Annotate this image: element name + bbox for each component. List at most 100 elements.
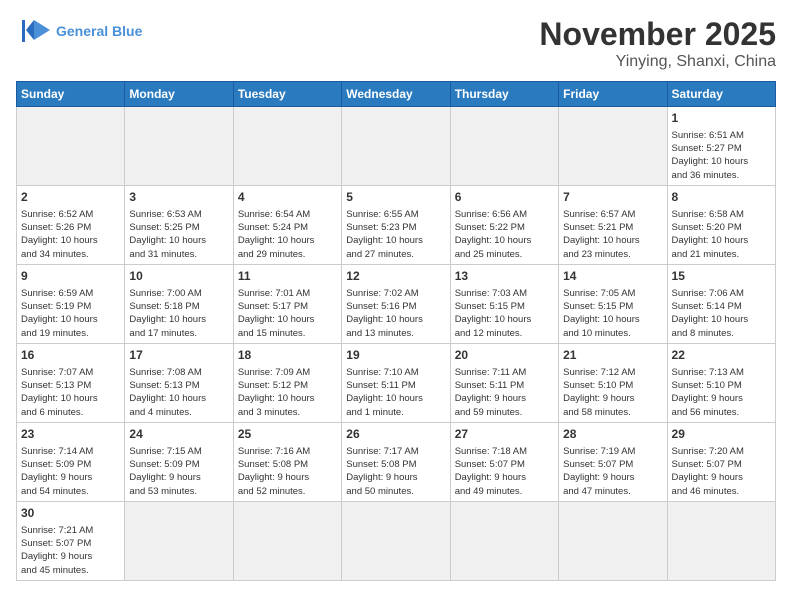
day-number: 6 [455,189,554,206]
day-info: Sunrise: 7:17 AM Sunset: 5:08 PM Dayligh… [346,445,445,498]
day-info: Sunrise: 7:00 AM Sunset: 5:18 PM Dayligh… [129,287,228,340]
week-row-4: 23Sunrise: 7:14 AM Sunset: 5:09 PM Dayli… [17,422,776,501]
calendar-cell: 9 Sunrise: 6:59 AM Sunset: 5:19 PM Daylig… [17,264,125,343]
week-row-0: 1 Sunrise: 6:51 AM Sunset: 5:27 PM Daylig… [17,107,776,186]
day-info: Sunrise: 6:53 AM Sunset: 5:25 PM Dayligh… [129,208,228,261]
day-info: Sunrise: 7:13 AM Sunset: 5:10 PM Dayligh… [672,366,771,419]
calendar-cell: 18 Sunrise: 7:09 AM Sunset: 5:12 PM Dayli… [233,343,341,422]
day-number: 11 [238,268,337,285]
calendar-cell [233,107,341,186]
calendar-cell: 2 Sunrise: 6:52 AM Sunset: 5:26 PM Daylig… [17,185,125,264]
day-number: 2 [21,189,120,206]
calendar-cell: 8Sunrise: 6:58 AM Sunset: 5:20 PM Daylig… [667,185,775,264]
day-number: 23 [21,426,120,443]
day-number: 12 [346,268,445,285]
day-number: 25 [238,426,337,443]
day-info: Sunrise: 7:20 AM Sunset: 5:07 PM Dayligh… [672,445,771,498]
day-info: Sunrise: 7:21 AM Sunset: 5:07 PM Dayligh… [21,524,120,577]
day-info: Sunrise: 7:10 AM Sunset: 5:11 PM Dayligh… [346,366,445,419]
calendar-cell [559,107,667,186]
weekday-header-wednesday: Wednesday [342,82,450,107]
day-info: Sunrise: 6:56 AM Sunset: 5:22 PM Dayligh… [455,208,554,261]
calendar-cell: 19 Sunrise: 7:10 AM Sunset: 5:11 PM Dayli… [342,343,450,422]
calendar-cell [667,501,775,580]
calendar-cell: 11Sunrise: 7:01 AM Sunset: 5:17 PM Dayli… [233,264,341,343]
calendar-cell: 13Sunrise: 7:03 AM Sunset: 5:15 PM Dayli… [450,264,558,343]
weekday-header-row: SundayMondayTuesdayWednesdayThursdayFrid… [17,82,776,107]
day-info: Sunrise: 7:05 AM Sunset: 5:15 PM Dayligh… [563,287,662,340]
calendar-cell: 5 Sunrise: 6:55 AM Sunset: 5:23 PM Daylig… [342,185,450,264]
calendar-cell [125,107,233,186]
month-title: November 2025 [539,16,776,53]
day-number: 28 [563,426,662,443]
day-number: 18 [238,347,337,364]
day-number: 10 [129,268,228,285]
day-number: 9 [21,268,120,285]
day-info: Sunrise: 7:15 AM Sunset: 5:09 PM Dayligh… [129,445,228,498]
day-number: 26 [346,426,445,443]
day-info: Sunrise: 7:12 AM Sunset: 5:10 PM Dayligh… [563,366,662,419]
day-number: 1 [672,110,771,127]
calendar-cell [450,501,558,580]
logo-icon [16,16,52,46]
calendar-cell: 15Sunrise: 7:06 AM Sunset: 5:14 PM Dayli… [667,264,775,343]
week-row-2: 9 Sunrise: 6:59 AM Sunset: 5:19 PM Daylig… [17,264,776,343]
calendar-cell: 17 Sunrise: 7:08 AM Sunset: 5:13 PM Dayli… [125,343,233,422]
day-info: Sunrise: 6:55 AM Sunset: 5:23 PM Dayligh… [346,208,445,261]
weekday-header-saturday: Saturday [667,82,775,107]
day-info: Sunrise: 7:09 AM Sunset: 5:12 PM Dayligh… [238,366,337,419]
calendar-cell: 24 Sunrise: 7:15 AM Sunset: 5:09 PM Dayli… [125,422,233,501]
logo-text: General Blue [56,23,142,40]
calendar-cell [342,107,450,186]
calendar-cell: 22 Sunrise: 7:13 AM Sunset: 5:10 PM Dayli… [667,343,775,422]
day-number: 16 [21,347,120,364]
calendar-cell: 27 Sunrise: 7:18 AM Sunset: 5:07 PM Dayli… [450,422,558,501]
day-number: 30 [21,505,120,522]
calendar-cell: 25Sunrise: 7:16 AM Sunset: 5:08 PM Dayli… [233,422,341,501]
day-number: 24 [129,426,228,443]
day-number: 22 [672,347,771,364]
day-number: 20 [455,347,554,364]
calendar-cell: 14 Sunrise: 7:05 AM Sunset: 5:15 PM Dayli… [559,264,667,343]
calendar-cell [125,501,233,580]
day-number: 7 [563,189,662,206]
calendar-cell: 7Sunrise: 6:57 AM Sunset: 5:21 PM Daylig… [559,185,667,264]
day-number: 19 [346,347,445,364]
calendar-cell: 16 Sunrise: 7:07 AM Sunset: 5:13 PM Dayli… [17,343,125,422]
calendar-cell: 28Sunrise: 7:19 AM Sunset: 5:07 PM Dayli… [559,422,667,501]
week-row-3: 16 Sunrise: 7:07 AM Sunset: 5:13 PM Dayli… [17,343,776,422]
day-info: Sunrise: 6:51 AM Sunset: 5:27 PM Dayligh… [672,129,771,182]
calendar-cell: 29Sunrise: 7:20 AM Sunset: 5:07 PM Dayli… [667,422,775,501]
day-info: Sunrise: 6:59 AM Sunset: 5:19 PM Dayligh… [21,287,120,340]
day-info: Sunrise: 6:54 AM Sunset: 5:24 PM Dayligh… [238,208,337,261]
day-info: Sunrise: 7:08 AM Sunset: 5:13 PM Dayligh… [129,366,228,419]
day-info: Sunrise: 7:07 AM Sunset: 5:13 PM Dayligh… [21,366,120,419]
weekday-header-thursday: Thursday [450,82,558,107]
location: Yinying, Shanxi, China [539,53,776,71]
week-row-1: 2 Sunrise: 6:52 AM Sunset: 5:26 PM Daylig… [17,185,776,264]
calendar: SundayMondayTuesdayWednesdayThursdayFrid… [16,81,776,581]
calendar-cell: 10 Sunrise: 7:00 AM Sunset: 5:18 PM Dayli… [125,264,233,343]
day-number: 5 [346,189,445,206]
calendar-cell: 23Sunrise: 7:14 AM Sunset: 5:09 PM Dayli… [17,422,125,501]
calendar-cell: 12 Sunrise: 7:02 AM Sunset: 5:16 PM Dayli… [342,264,450,343]
day-number: 27 [455,426,554,443]
calendar-cell: 26 Sunrise: 7:17 AM Sunset: 5:08 PM Dayli… [342,422,450,501]
day-number: 17 [129,347,228,364]
calendar-cell [450,107,558,186]
week-row-5: 30 Sunrise: 7:21 AM Sunset: 5:07 PM Dayli… [17,501,776,580]
day-info: Sunrise: 6:52 AM Sunset: 5:26 PM Dayligh… [21,208,120,261]
weekday-header-tuesday: Tuesday [233,82,341,107]
day-info: Sunrise: 7:03 AM Sunset: 5:15 PM Dayligh… [455,287,554,340]
day-info: Sunrise: 7:18 AM Sunset: 5:07 PM Dayligh… [455,445,554,498]
day-info: Sunrise: 7:02 AM Sunset: 5:16 PM Dayligh… [346,287,445,340]
day-number: 14 [563,268,662,285]
calendar-cell: 6 Sunrise: 6:56 AM Sunset: 5:22 PM Daylig… [450,185,558,264]
calendar-cell: 1 Sunrise: 6:51 AM Sunset: 5:27 PM Daylig… [667,107,775,186]
title-block: November 2025 Yinying, Shanxi, China [539,16,776,71]
calendar-cell: 21Sunrise: 7:12 AM Sunset: 5:10 PM Dayli… [559,343,667,422]
day-number: 15 [672,268,771,285]
day-number: 3 [129,189,228,206]
calendar-cell [17,107,125,186]
page-header: General Blue November 2025 Yinying, Shan… [16,16,776,71]
